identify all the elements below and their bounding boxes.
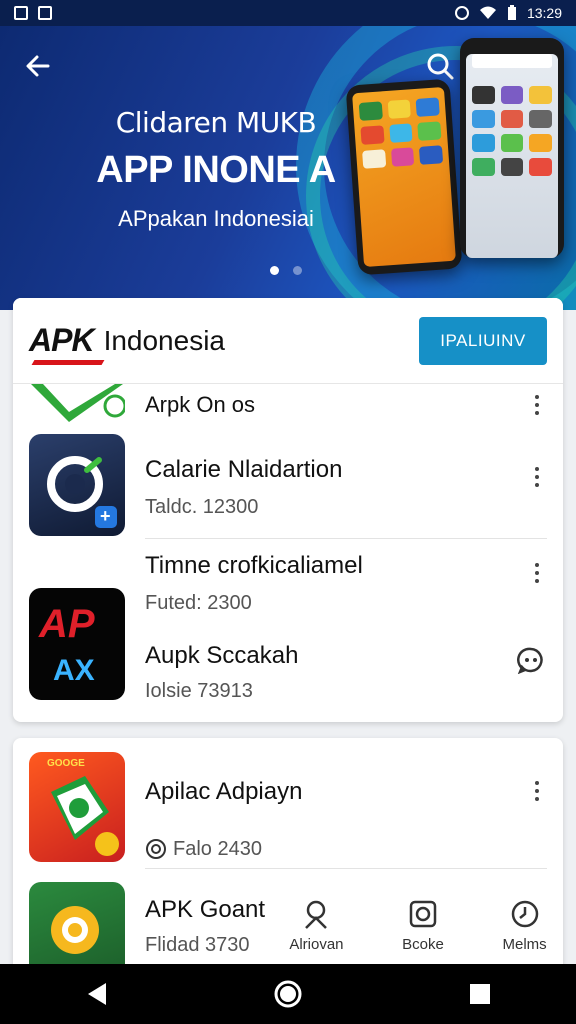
store-header: APK Indonesia IPALIUINV [13,298,563,384]
install-button[interactable]: IPALIUINV [419,316,547,365]
app-meta: Iolsie 73913 [145,680,253,702]
carousel-dot-active[interactable] [270,266,279,275]
search-icon[interactable] [424,50,456,82]
tab-label: Alriovan [289,935,344,953]
list-item[interactable]: Aupk Sccakah Iolsie 73913 [13,638,563,718]
list-item[interactable]: GOOGE Apilac Adpiayn Falo 2430 [13,752,563,862]
app-icon-badge: + [100,506,111,526]
back-arrow-icon[interactable] [22,50,54,82]
app-meta: Taldc. 12300 [145,496,259,518]
nav-home-button[interactable] [268,974,308,1014]
sd-card-icon [38,6,52,20]
phone-illustration [460,38,564,258]
divider [145,868,547,869]
carousel-indicator [270,266,302,275]
app-meta: Falo 2430 [173,838,262,860]
app-icon [31,384,125,422]
tab-bcoke[interactable]: Bcoke [402,898,444,953]
more-options-icon[interactable] [527,558,547,588]
system-nav-bar [0,964,576,1024]
phone-illustration [345,78,463,276]
status-time: 13:29 [526,5,562,21]
more-options-icon[interactable] [527,776,547,806]
list-item[interactable]: + Calarie Nlaidartion Taldc. 12300 [13,434,563,538]
app-title: Timne crofkicaliamel [145,552,363,579]
app-meta: Flidad 3730 [145,934,250,956]
app-meta: Futed: 2300 [145,592,252,614]
tab-melms[interactable]: Melms [503,898,547,953]
status-bar: 13:29 [0,0,576,26]
logo-name: Indonesia [103,324,225,356]
clock-icon [511,900,538,927]
carousel-dot[interactable] [293,266,302,275]
app-title: Aupk Sccakah [145,642,299,669]
app-title: APK Goant [145,896,266,923]
photo-notification-icon [14,6,28,20]
battery-icon [507,5,516,20]
nav-back-button[interactable] [76,974,116,1014]
app-title: Apilac Adpiayn [145,778,303,805]
hero-title: APP INONE A [96,149,336,191]
wifi-icon [479,6,496,19]
home-circle-icon [274,980,302,1008]
app-title: Arpk On os [145,392,256,417]
bookmark-icon [409,900,437,927]
divider [145,538,547,539]
hero-subtitle: Clidaren MUKB [115,106,317,139]
nav-recents-button[interactable] [460,974,500,1014]
bottom-tab-bar: Alriovan Bcoke Melms [260,880,576,970]
recents-square-icon [470,984,490,1004]
tab-alriovan[interactable]: Alriovan [289,898,344,953]
tab-label: Melms [502,935,547,953]
hero-text: Clidaren MUKB APP INONE A APpakan Indone… [86,106,346,232]
more-options-icon[interactable] [527,390,547,420]
more-options-icon[interactable] [527,462,547,492]
target-icon [146,839,166,859]
app-title: Calarie Nlaidartion [145,456,343,483]
back-triangle-icon [88,983,106,1005]
app-icon-text: GOOGE [47,758,85,769]
alarm-icon [454,6,469,20]
hero-banner: Clidaren MUKB APP INONE A APpakan Indone… [0,26,576,310]
app-icon: + [29,434,125,536]
app-list-card: APK Indonesia IPALIUINV Arpk On os + Cal… [13,298,563,722]
logo-apk-text: APK [29,322,95,358]
apk-indonesia-logo: APK Indonesia [29,322,225,359]
app-icon: GOOGE [29,752,125,862]
chat-icon[interactable] [517,646,545,674]
hero-tagline: APpakan Indonesiai [118,206,314,231]
list-item[interactable]: Arpk On os [13,384,563,434]
tab-label: Bcoke [402,935,444,953]
person-icon [305,900,328,929]
